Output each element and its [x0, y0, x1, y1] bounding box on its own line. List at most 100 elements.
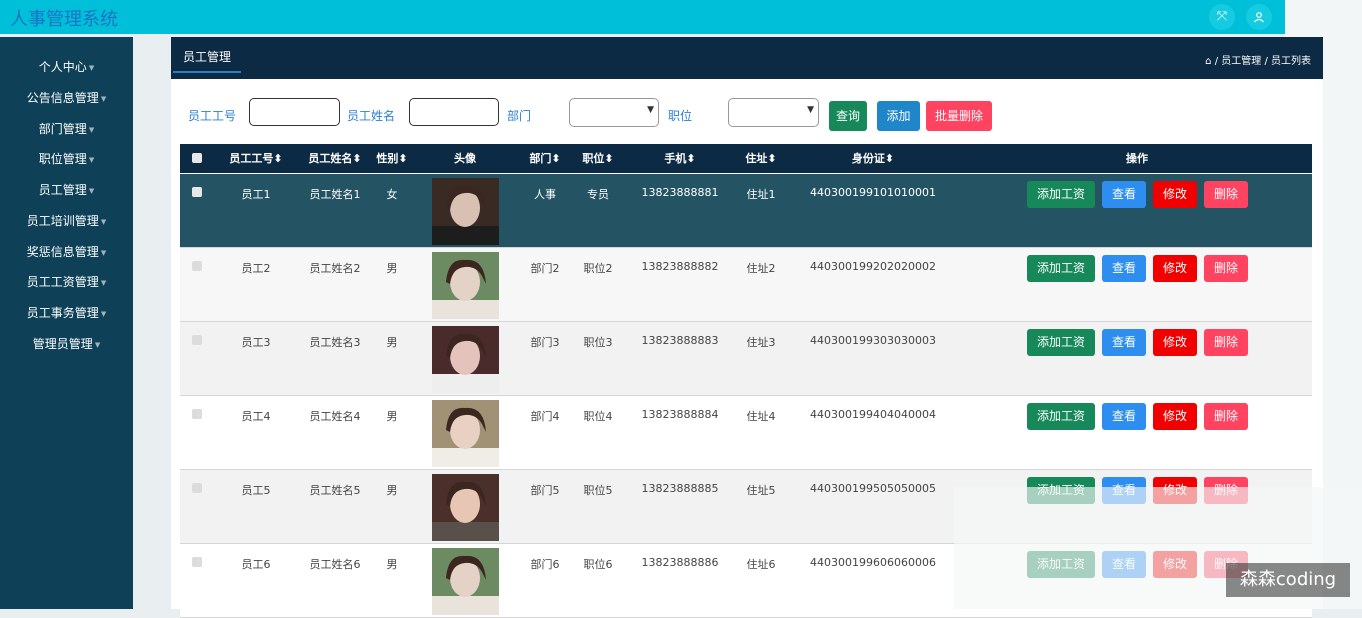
cell-department: 部门4: [530, 410, 560, 423]
row-checkbox[interactable]: [192, 557, 202, 567]
cell-name: 员工姓名2: [309, 262, 361, 275]
sidebar-item-training[interactable]: 员工培训管理 ▼: [0, 212, 133, 229]
sidebar-item-admins[interactable]: 管理员管理 ▼: [0, 335, 133, 352]
row-checkbox[interactable]: [192, 261, 202, 271]
breadcrumb: ⌂ / 员工管理 / 员工列表: [1205, 56, 1311, 67]
sidebar-item-rewards[interactable]: 奖惩信息管理 ▼: [0, 243, 133, 260]
cell-address: 住址6: [746, 558, 776, 571]
edit-button[interactable]: 修改: [1153, 181, 1197, 208]
caret-down-icon: ▼: [100, 217, 107, 226]
cell-gender: 男: [386, 484, 398, 497]
add-salary-button[interactable]: 添加工资: [1027, 329, 1095, 356]
user-icon[interactable]: [1246, 4, 1272, 30]
delete-button[interactable]: 删除: [1204, 255, 1248, 282]
delete-button[interactable]: 删除: [1204, 403, 1248, 430]
view-button[interactable]: 查看: [1102, 329, 1146, 356]
caret-down-icon: ▼: [88, 63, 95, 72]
select-all-checkbox[interactable]: [192, 153, 202, 163]
panel-header: 员工管理 ⌂ / 员工管理 / 员工列表: [171, 37, 1323, 79]
col-header-avatar: 头像: [454, 152, 476, 165]
employee-id-input[interactable]: [249, 98, 340, 126]
col-header-name[interactable]: 员工姓名⬍: [297, 144, 373, 174]
add-salary-button[interactable]: 添加工资: [1027, 255, 1095, 282]
row-checkbox[interactable]: [192, 483, 202, 493]
avatar: [432, 400, 499, 467]
position-select[interactable]: ▼: [728, 98, 819, 127]
table-row[interactable]: 员工3 员工姓名3 男 部门3 职位3 13823888883 住址3 44030019930…: [180, 322, 1312, 396]
edit-button[interactable]: 修改: [1153, 255, 1197, 282]
row-checkbox[interactable]: [192, 409, 202, 419]
caret-down-icon: ▼: [100, 278, 107, 287]
breadcrumb-level1[interactable]: 员工管理: [1221, 56, 1261, 67]
department-label: 部门: [507, 109, 532, 123]
cell-id: 员工2: [241, 262, 271, 275]
cell-address: 住址1: [746, 188, 776, 201]
delete-button[interactable]: 删除: [1204, 329, 1248, 356]
cell-gender: 男: [386, 558, 398, 571]
expand-icon[interactable]: ⤧: [1209, 4, 1235, 30]
col-header-idcard[interactable]: 身份证⬍: [808, 144, 938, 174]
add-salary-button[interactable]: 添加工资: [1027, 403, 1095, 430]
sidebar-item-employees[interactable]: 员工管理 ▼: [0, 181, 133, 198]
query-button[interactable]: 查询: [829, 101, 867, 131]
edit-button[interactable]: 修改: [1153, 403, 1197, 430]
col-header-phone[interactable]: 手机⬍: [640, 144, 720, 174]
add-button[interactable]: 添加: [877, 101, 920, 131]
caret-down-icon: ▼: [100, 94, 107, 103]
department-select[interactable]: ▼: [569, 98, 659, 127]
table-header: 员工工号⬍ 员工姓名⬍ 性别⬍ 头像 部门⬍ 职位⬍ 手机⬍ 住址⬍ 身份证⬍ …: [180, 144, 1312, 173]
batch-delete-button[interactable]: 批量删除: [926, 101, 992, 131]
chevron-down-icon: ▼: [647, 105, 654, 115]
table-row[interactable]: 员工2 员工姓名2 男 部门2 职位2 13823888882 住址2 44030019920…: [180, 248, 1312, 322]
cell-gender: 男: [386, 336, 398, 349]
cell-position: 职位5: [583, 484, 613, 497]
col-header-address[interactable]: 住址⬍: [736, 144, 786, 174]
employee-name-input[interactable]: [409, 98, 499, 126]
sidebar-item-departments[interactable]: 部门管理 ▼: [0, 120, 133, 137]
sidebar-item-personal-center[interactable]: 个人中心 ▼: [0, 58, 133, 75]
col-header-actions: 操作: [1126, 152, 1148, 165]
row-checkbox[interactable]: [192, 335, 202, 345]
cell-idcard: 440300199303030003: [810, 334, 936, 347]
sort-icon: ⬍: [884, 152, 895, 165]
watermark: 森森coding: [1226, 563, 1350, 597]
cell-idcard: 440300199101010001: [810, 186, 936, 199]
tab-employee-management[interactable]: 员工管理: [173, 37, 242, 73]
row-checkbox[interactable]: [192, 187, 202, 197]
delete-button[interactable]: 删除: [1204, 181, 1248, 208]
sort-icon: ⬍: [551, 152, 561, 165]
view-button[interactable]: 查看: [1102, 403, 1146, 430]
caret-down-icon: ▼: [100, 309, 107, 318]
cell-gender: 男: [386, 262, 398, 275]
cell-idcard: 440300199404040004: [810, 408, 936, 421]
cell-position: 职位2: [583, 262, 613, 275]
sidebar-item-announcements[interactable]: 公告信息管理 ▼: [0, 89, 133, 106]
cell-name: 员工姓名6: [309, 558, 361, 571]
col-header-department[interactable]: 部门⬍: [520, 144, 570, 174]
view-button[interactable]: 查看: [1102, 255, 1146, 282]
cell-id: 员工5: [241, 484, 271, 497]
table-row[interactable]: 员工4 员工姓名4 男 部门4 职位4 13823888884 住址4 44030019940…: [180, 396, 1312, 470]
sidebar-item-affairs[interactable]: 员工事务管理 ▼: [0, 304, 133, 321]
view-button[interactable]: 查看: [1102, 181, 1146, 208]
sort-icon: ⬍: [273, 152, 283, 165]
cell-idcard: 440300199505050005: [810, 482, 936, 495]
table-row[interactable]: 员工1 员工姓名1 女 人事 专员 13823888881 住址1 4403001991010…: [180, 174, 1312, 248]
sidebar-item-salary[interactable]: 员工工资管理 ▼: [0, 273, 133, 290]
cell-id: 员工6: [241, 558, 271, 571]
col-header-gender[interactable]: 性别⬍: [368, 144, 416, 174]
caret-down-icon: ▼: [100, 248, 107, 257]
caret-down-icon: ▼: [94, 340, 101, 349]
cell-name: 员工姓名5: [309, 484, 361, 497]
employee-id-label: 员工工号: [188, 109, 237, 123]
cell-name: 员工姓名3: [309, 336, 361, 349]
sidebar-item-positions[interactable]: 职位管理 ▼: [0, 150, 133, 167]
home-icon[interactable]: ⌂: [1205, 56, 1211, 67]
cell-department: 部门6: [530, 558, 560, 571]
edit-button[interactable]: 修改: [1153, 329, 1197, 356]
col-header-id[interactable]: 员工工号⬍: [218, 144, 294, 174]
avatar: [432, 326, 499, 393]
col-header-position[interactable]: 职位⬍: [573, 144, 623, 174]
avatar: [432, 178, 499, 245]
add-salary-button[interactable]: 添加工资: [1027, 181, 1095, 208]
